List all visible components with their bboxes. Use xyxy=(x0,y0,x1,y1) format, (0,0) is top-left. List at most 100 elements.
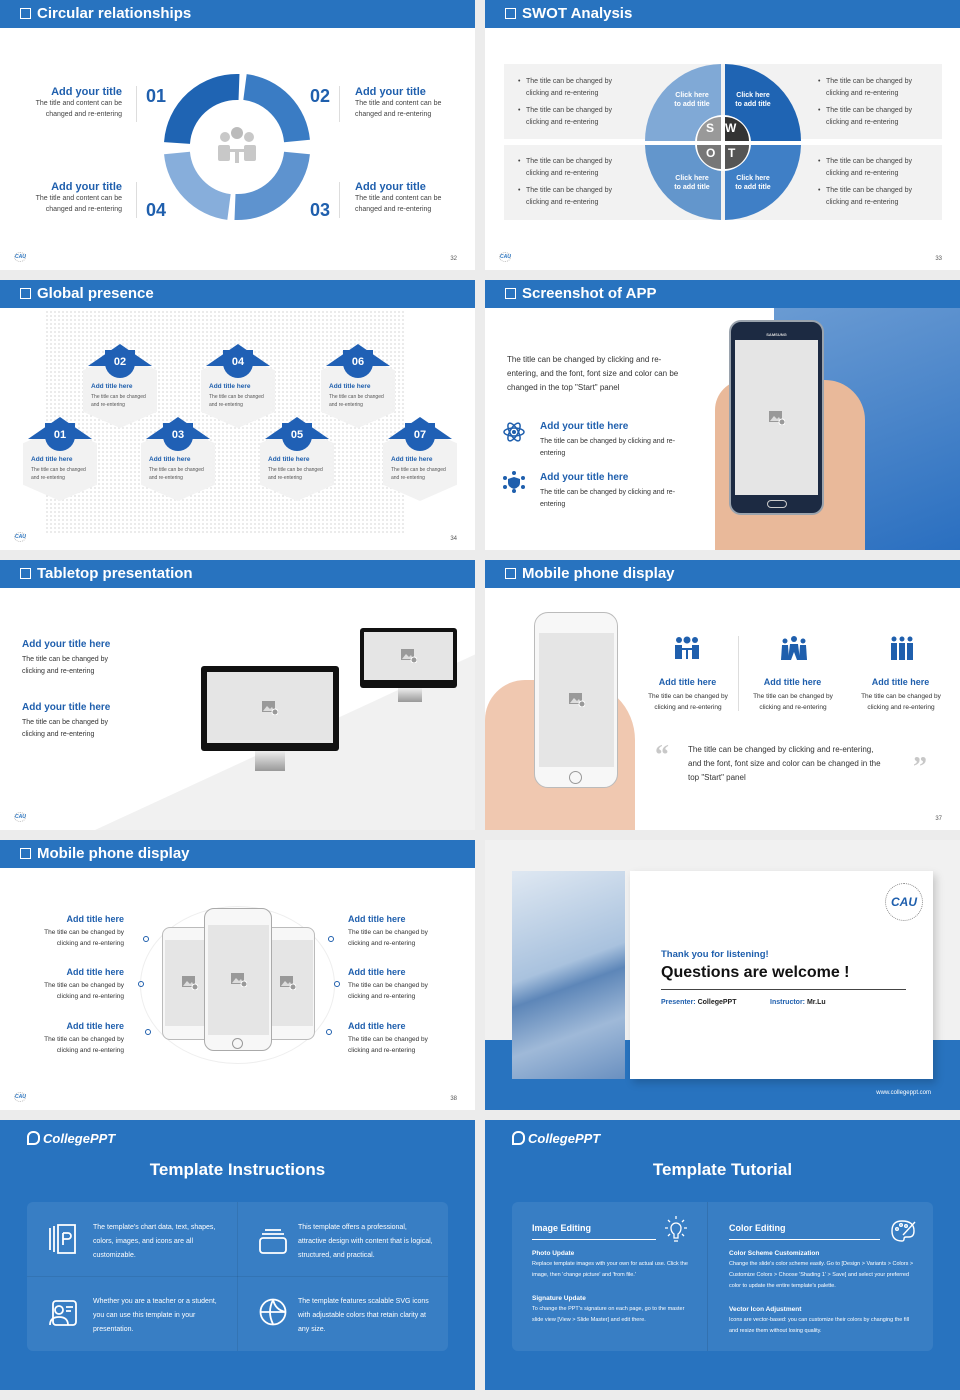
screen-image-placeholder[interactable] xyxy=(539,633,614,767)
basketball-icon xyxy=(259,1298,287,1326)
slide-thank-you[interactable]: CAU Thank you for listening! Questions a… xyxy=(485,840,960,1110)
image-add-icon xyxy=(182,976,198,990)
slide-header: Screenshot of APP xyxy=(485,280,960,308)
quadrant-label-o[interactable]: Click here to add title xyxy=(669,174,715,192)
item-title: Add title here xyxy=(348,914,406,924)
team-icon xyxy=(781,636,807,660)
slide-circular-relationships[interactable]: Circular relationships Add your title Th… xyxy=(0,0,475,270)
slide-header: SWOT Analysis xyxy=(485,0,960,28)
hex-card-03[interactable]: 03 Add title here The title can be changed… xyxy=(141,417,215,501)
quadrant-label-w[interactable]: Click here to add title xyxy=(730,91,776,109)
monitor-image-placeholder[interactable] xyxy=(364,632,453,680)
section-title: Signature Update xyxy=(532,1295,586,1302)
quadrant-label-t[interactable]: Click here to add title xyxy=(730,174,776,192)
ring-segment-4 xyxy=(164,151,232,220)
tutorial-panel: Image Editing Photo Update Replace templ… xyxy=(512,1202,933,1351)
slide-header: Mobile phone display xyxy=(0,840,475,868)
item-text: The title and content can be xyxy=(35,195,122,202)
section-text: Replace template images with your own fo… xyxy=(532,1261,688,1278)
palette-icon xyxy=(891,1220,916,1242)
slide-swot-analysis[interactable]: SWOT Analysis The title can be changed b… xyxy=(485,0,960,270)
swot-letter-t: T xyxy=(728,146,736,160)
item-title: Add your title xyxy=(51,86,122,98)
hex-card-04[interactable]: 04 Add title here The title can be changed… xyxy=(201,344,275,428)
item-title: Add your title here xyxy=(540,421,629,432)
hex-card-02[interactable]: 02 Add title here The title can be changed… xyxy=(83,344,157,428)
section-title: Photo Update xyxy=(532,1250,575,1257)
cell-text: The template's chart data, text, shapes,… xyxy=(93,1224,216,1259)
hex-card-05[interactable]: 05 Add title here The title can be changed… xyxy=(260,417,334,501)
checkbox-icon xyxy=(20,288,31,299)
item-text: The title can be changed by clicking and… xyxy=(861,693,941,711)
bullet-item: The title can be changed by clicking and… xyxy=(818,105,928,129)
slide-title: Screenshot of APP xyxy=(522,285,657,302)
university-logo: CAU xyxy=(885,883,923,921)
page-number: 33 xyxy=(935,256,942,262)
item-text: changed and re-entering xyxy=(355,111,432,118)
swot-letter-s: S xyxy=(706,121,715,135)
section-title: Vector Icon Adjustment xyxy=(729,1306,802,1313)
slide-tabletop-presentation[interactable]: Tabletop presentation Add your title her… xyxy=(0,560,475,830)
monitor-image-placeholder[interactable] xyxy=(207,672,333,743)
ring-segment-3 xyxy=(234,151,310,221)
slide-screenshot-of-app[interactable]: Screenshot of APP The title can be chang… xyxy=(485,280,960,550)
divider xyxy=(738,636,739,711)
brand-logo: CollegePPT xyxy=(27,1131,115,1146)
divider xyxy=(661,989,906,990)
slide-mobile-phone-display-1[interactable]: Mobile phone display Add title here The … xyxy=(485,560,960,830)
slide-template-tutorial[interactable]: CollegePPT Template Tutorial Image Editi… xyxy=(485,1120,960,1390)
monitor-small xyxy=(360,628,457,688)
divider xyxy=(136,86,137,122)
hex-card-07[interactable]: 07 Add title here The title can be changed… xyxy=(383,417,457,501)
item-title: Add your title here xyxy=(22,639,111,650)
instructions-panel: The template's chart data, text, shapes,… xyxy=(27,1202,448,1351)
slide-header: Tabletop presentation xyxy=(0,560,475,588)
intro-text: The title can be changed by clicking and… xyxy=(507,355,679,392)
slide-title: SWOT Analysis xyxy=(522,5,633,22)
checkbox-icon xyxy=(20,568,31,579)
university-logo: CAU xyxy=(14,532,26,542)
home-button xyxy=(767,500,787,508)
item-text: The title can be changed by clicking and… xyxy=(22,656,109,675)
threats-list: The title can be changed by clicking and… xyxy=(818,156,928,214)
website-link[interactable]: www.collegeppt.com xyxy=(876,1090,931,1096)
layers-icon xyxy=(259,1229,287,1254)
item-text: The title can be changed by clicking and… xyxy=(44,929,124,947)
item-01: Add your title The title and content can… xyxy=(12,86,122,120)
hex-card-01[interactable]: 01 Add title here The title can be changed… xyxy=(23,417,97,501)
slide-title: Template Instructions xyxy=(149,1160,326,1179)
screen-image-placeholder[interactable] xyxy=(735,340,818,495)
slide-header: Mobile phone display xyxy=(485,560,960,588)
checkbox-icon xyxy=(20,8,31,19)
item-text: The title can be changed by clicking and… xyxy=(348,1036,428,1054)
phone-brand: SAMSUNG xyxy=(766,332,787,337)
meeting-icon xyxy=(218,127,256,163)
slide-global-presence[interactable]: Global presence 01 Add title here The titl… xyxy=(0,280,475,550)
slide-title: Mobile phone display xyxy=(37,845,190,862)
hex-card-06[interactable]: 06 Add title here The title can be changed… xyxy=(321,344,395,428)
screen-image-placeholder[interactable] xyxy=(208,925,269,1035)
slide-mobile-phone-display-2[interactable]: Mobile phone display Add title here The … xyxy=(0,840,475,1110)
cell-text: The template features scalable SVG icons… xyxy=(298,1298,429,1333)
item-title: Add title here xyxy=(871,677,930,687)
bullet-item: The title can be changed by clicking and… xyxy=(518,76,628,100)
quote-text: The title can be changed by clicking and… xyxy=(688,745,881,782)
item-title: Add title here xyxy=(348,1021,406,1031)
item-number: 03 xyxy=(310,200,331,220)
university-logo: CAU xyxy=(14,252,26,262)
strengths-list: The title can be changed by clicking and… xyxy=(518,76,628,134)
quadrant-label-s[interactable]: Click here to add title xyxy=(669,91,715,109)
page-number: 34 xyxy=(450,536,457,542)
monitor-stand xyxy=(398,688,422,702)
item-text: The title can be changed by clicking and… xyxy=(540,438,676,457)
image-add-icon xyxy=(768,410,785,425)
brand-logo: CollegePPT xyxy=(512,1131,600,1146)
item-number: 02 xyxy=(310,86,331,106)
university-logo: CAU xyxy=(14,1092,26,1102)
swot-letter-o: O xyxy=(706,146,716,160)
slide-template-instructions[interactable]: CollegePPT Template Instructions The tem… xyxy=(0,1120,475,1390)
section-text: To change the PPT's signature on each pa… xyxy=(532,1306,685,1323)
phone xyxy=(534,612,618,788)
home-button xyxy=(569,771,582,784)
presenter-info: Presenter: CollegePPT xyxy=(661,999,737,1006)
